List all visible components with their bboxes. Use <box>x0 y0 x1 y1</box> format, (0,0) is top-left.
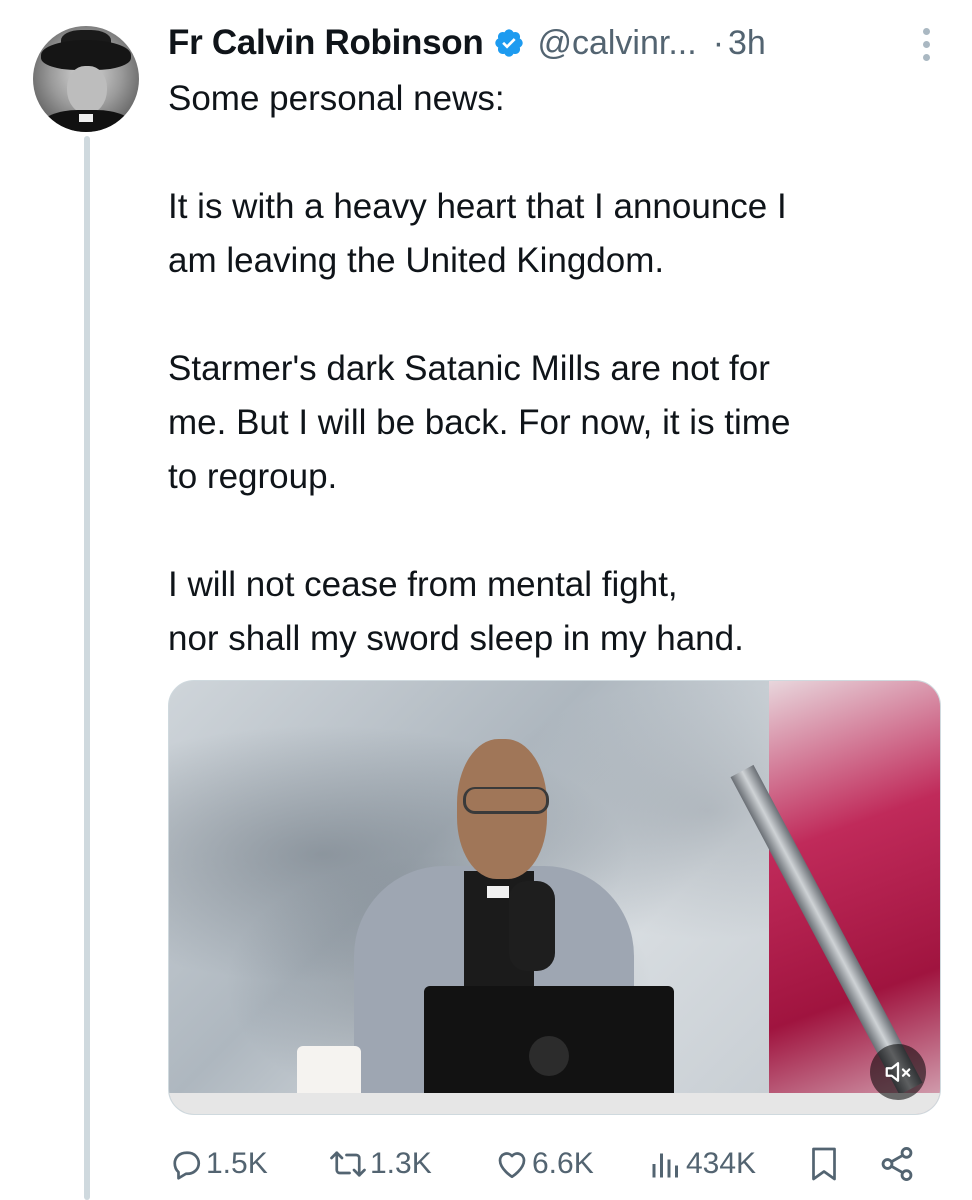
tweet-line: Starmer's dark Satanic Mills are not for <box>168 349 770 388</box>
video-presenter-glasses <box>463 787 549 814</box>
views-button[interactable]: 434K <box>648 1138 756 1190</box>
tweet-line: I will not cease from mental fight, <box>168 565 678 604</box>
tweet-header: Fr Calvin Robinson @calvinr... · 3h <box>168 20 938 66</box>
reply-count: 1.5K <box>206 1147 268 1180</box>
tweet-line: It is with a heavy heart that I announce… <box>168 187 787 226</box>
like-button[interactable]: 6.6K <box>494 1138 594 1190</box>
avatar[interactable] <box>33 26 139 132</box>
like-count: 6.6K <box>532 1147 594 1180</box>
bar-chart-icon <box>648 1146 684 1182</box>
tweet-line: Some personal news: <box>168 79 505 118</box>
more-dot <box>922 53 930 61</box>
share-icon[interactable] <box>878 1138 916 1190</box>
tweet-line: me. But I will be back. For now, it is t… <box>168 403 791 442</box>
tweet-text: Some personal news: It is with a heavy h… <box>168 72 928 666</box>
muted-speaker-icon[interactable] <box>870 1044 926 1100</box>
avatar-collar <box>79 114 93 122</box>
action-bar: 1.5K 1.3K 6.6K 434K <box>168 1138 938 1190</box>
reply-button[interactable]: 1.5K <box>168 1138 268 1190</box>
thread-line <box>84 136 90 1200</box>
timestamp[interactable]: 3h <box>728 24 766 63</box>
video-desk <box>169 1093 940 1114</box>
more-dot <box>922 40 930 48</box>
verified-badge-icon[interactable] <box>493 27 525 59</box>
tweet-line: am leaving the United Kingdom. <box>168 241 665 280</box>
author-handle[interactable]: @calvinr... <box>537 24 696 63</box>
heart-icon <box>494 1146 530 1182</box>
repost-button[interactable]: 1.3K <box>328 1138 432 1190</box>
reply-bubble-icon <box>168 1146 204 1182</box>
bookmark-icon[interactable] <box>806 1138 842 1190</box>
avatar-face <box>67 66 107 114</box>
separator-dot: · <box>712 23 725 62</box>
more-vertical-icon[interactable] <box>914 24 938 64</box>
repost-count: 1.3K <box>370 1147 432 1180</box>
tweet-line: nor shall my sword sleep in my hand. <box>168 619 744 658</box>
views-count: 434K <box>686 1147 757 1180</box>
video-player[interactable] <box>168 680 941 1115</box>
video-microphone <box>509 881 555 971</box>
video-presenter-collar <box>487 886 509 898</box>
repost-arrows-icon <box>328 1146 368 1182</box>
more-dot <box>922 27 930 35</box>
author-name[interactable]: Fr Calvin Robinson <box>168 23 484 63</box>
tweet-line: to regroup. <box>168 457 338 496</box>
video-laptop-logo <box>529 1036 569 1076</box>
